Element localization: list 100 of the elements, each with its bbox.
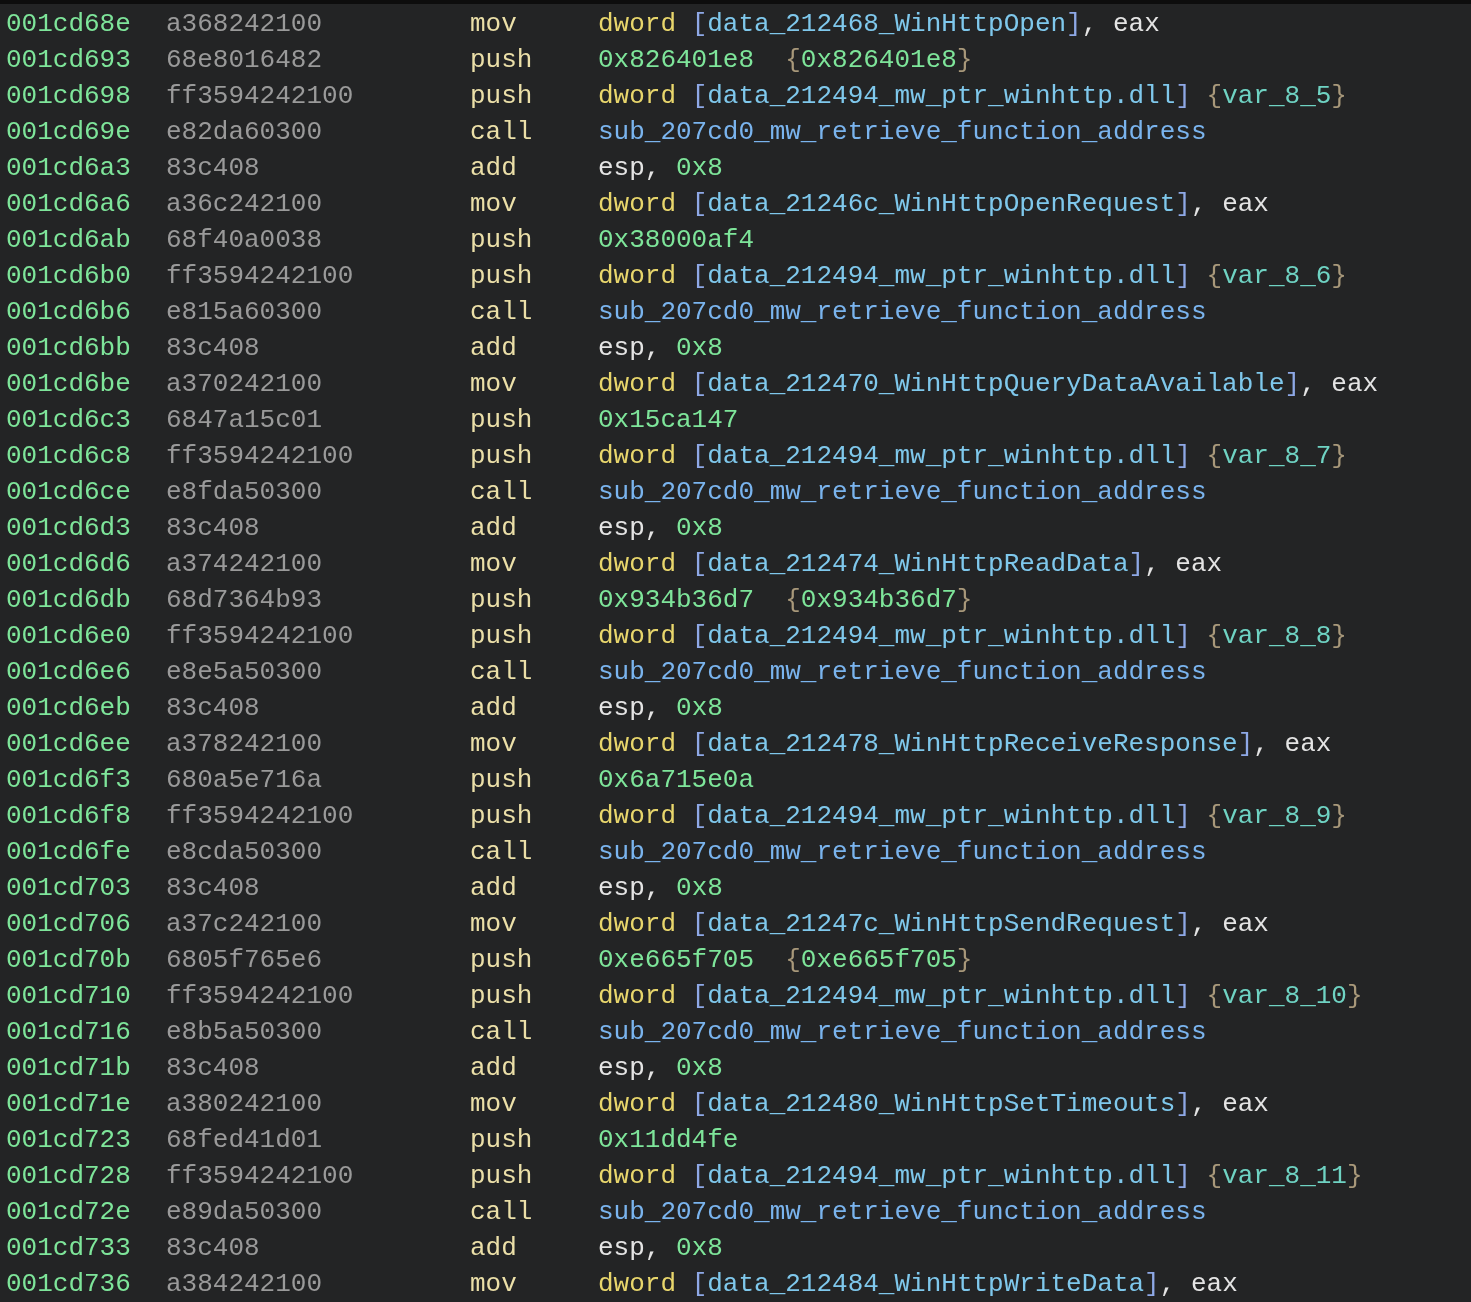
mnemonic-cell-text: add bbox=[470, 512, 518, 545]
mnemonic-cell-text: push bbox=[470, 80, 534, 113]
operand-cell-text: dword [data_212480_WinHttpSetTimeouts], eax bbox=[598, 1088, 1269, 1121]
operand-cell-text: dword [data_212484_WinHttpWriteData], eax bbox=[598, 1268, 1238, 1301]
bytes-cell-text: a370242100 bbox=[166, 368, 324, 401]
bytes-cell-text: e8fda50300 bbox=[166, 476, 324, 509]
mnemonic-cell-text: push bbox=[470, 1124, 534, 1157]
address-cell-text: 001cd6e0 bbox=[6, 620, 132, 653]
bytes-cell-text: 83c408 bbox=[166, 1232, 261, 1265]
operand-cell-text: esp, 0x8 bbox=[598, 692, 723, 725]
operand-cell-text: 0x11dd4fe bbox=[598, 1124, 739, 1157]
bytes-cell-text: 680a5e716a bbox=[166, 764, 324, 797]
operand-cell-text: dword [data_212494_mw_ptr_winhttp.dll] {var_8_11} bbox=[598, 1160, 1363, 1193]
bytes-cell-text: e82da60300 bbox=[166, 116, 324, 149]
operand-cell-text: sub_207cd0_mw_retrieve_function_address bbox=[598, 656, 1207, 689]
mnemonic-cell-text: call bbox=[470, 1016, 534, 1049]
bytes-cell-text: ff3594242100 bbox=[166, 620, 355, 653]
bytes-cell-text: 83c408 bbox=[166, 1052, 261, 1085]
address-cell-text: 001cd698 bbox=[6, 80, 132, 113]
address-cell-text: 001cd6be bbox=[6, 368, 132, 401]
operand-cell-text: dword [data_212478_WinHttpReceiveResponse], eax bbox=[598, 728, 1332, 761]
operand-cell-text: dword [data_212494_mw_ptr_winhttp.dll] {var_8_10} bbox=[598, 980, 1363, 1013]
bytes-cell-text: e8cda50300 bbox=[166, 836, 324, 869]
mnemonic-cell-text: add bbox=[470, 692, 518, 725]
mnemonic-cell-text: add bbox=[470, 1052, 518, 1085]
operand-cell-text: sub_207cd0_mw_retrieve_function_address bbox=[598, 116, 1207, 149]
operand-cell-text: 0x6a715e0a bbox=[598, 764, 755, 797]
mnemonic-cell-text: add bbox=[470, 872, 518, 905]
operand-cell-text: dword [data_21247c_WinHttpSendRequest], eax bbox=[598, 908, 1269, 941]
address-cell-text: 001cd72e bbox=[6, 1196, 132, 1229]
bytes-cell-text: e8e5a50300 bbox=[166, 656, 324, 689]
mnemonic-cell-text: push bbox=[470, 980, 534, 1013]
address-cell-text: 001cd693 bbox=[6, 44, 132, 77]
address-cell-text: 001cd70b bbox=[6, 944, 132, 977]
mnemonic-cell-text: add bbox=[470, 1232, 518, 1265]
address-cell-text: 001cd6f8 bbox=[6, 800, 132, 833]
address-cell-text: 001cd6bb bbox=[6, 332, 132, 365]
bytes-cell-text: 68f40a0038 bbox=[166, 224, 324, 257]
bytes-cell-text: e815a60300 bbox=[166, 296, 324, 329]
operand-cell-text: 0x934b36d7 {0x934b36d7} bbox=[598, 584, 973, 617]
operand-cell-text: esp, 0x8 bbox=[598, 152, 723, 185]
bytes-cell-text: 68fed41d01 bbox=[166, 1124, 324, 1157]
address-cell-text: 001cd703 bbox=[6, 872, 132, 905]
mnemonic-cell-text: push bbox=[470, 260, 534, 293]
mnemonic-cell-text: mov bbox=[470, 1268, 518, 1301]
mnemonic-cell-text: call bbox=[470, 1196, 534, 1229]
bytes-cell-text: 83c408 bbox=[166, 512, 261, 545]
mnemonic-cell-text: mov bbox=[470, 1088, 518, 1121]
address-cell-text: 001cd6eb bbox=[6, 692, 132, 725]
bytes-cell-text: 6805f765e6 bbox=[166, 944, 324, 977]
operand-cell-text: 0x38000af4 bbox=[598, 224, 755, 257]
mnemonic-cell-text: call bbox=[470, 836, 534, 869]
mnemonic-cell-text: call bbox=[470, 296, 534, 329]
operand-cell-text: dword [data_212470_WinHttpQueryDataAvailable], eax bbox=[598, 368, 1379, 401]
mnemonic-cell-text: mov bbox=[470, 908, 518, 941]
bytes-cell-text: a36c242100 bbox=[166, 188, 324, 221]
bytes-cell-text: ff3594242100 bbox=[166, 260, 355, 293]
mnemonic-cell-text: call bbox=[470, 116, 534, 149]
operand-cell-text: sub_207cd0_mw_retrieve_function_address bbox=[598, 296, 1207, 329]
bytes-cell-text: 83c408 bbox=[166, 332, 261, 365]
address-cell-text: 001cd6ce bbox=[6, 476, 132, 509]
address-cell-text: 001cd6d3 bbox=[6, 512, 132, 545]
bytes-cell-text: ff3594242100 bbox=[166, 800, 355, 833]
address-cell-text: 001cd733 bbox=[6, 1232, 132, 1265]
operand-cell-text: sub_207cd0_mw_retrieve_function_address bbox=[598, 476, 1207, 509]
bytes-cell-text: e89da50300 bbox=[166, 1196, 324, 1229]
address-cell-text: 001cd6e6 bbox=[6, 656, 132, 689]
mnemonic-cell-text: push bbox=[470, 440, 534, 473]
bytes-cell-text: 6847a15c01 bbox=[166, 404, 324, 437]
address-cell-text: 001cd68e bbox=[6, 8, 132, 41]
address-cell-text: 001cd736 bbox=[6, 1268, 132, 1301]
address-cell-text: 001cd6ee bbox=[6, 728, 132, 761]
bytes-cell-text: 83c408 bbox=[166, 152, 261, 185]
operand-cell-text: dword [data_212494_mw_ptr_winhttp.dll] {var_8_7} bbox=[598, 440, 1347, 473]
bytes-cell-text: a378242100 bbox=[166, 728, 324, 761]
bytes-cell-text: ff3594242100 bbox=[166, 980, 355, 1013]
address-cell-text: 001cd6a3 bbox=[6, 152, 132, 185]
mnemonic-cell-text: push bbox=[470, 944, 534, 977]
address-cell-text: 001cd6fe bbox=[6, 836, 132, 869]
operand-cell-text: esp, 0x8 bbox=[598, 332, 723, 365]
address-cell-text: 001cd71e bbox=[6, 1088, 132, 1121]
bytes-cell-text: 83c408 bbox=[166, 872, 261, 905]
bytes-cell-text: a380242100 bbox=[166, 1088, 324, 1121]
mnemonic-cell-text: call bbox=[470, 476, 534, 509]
mnemonic-cell-text: mov bbox=[470, 368, 518, 401]
address-cell-text: 001cd706 bbox=[6, 908, 132, 941]
bytes-cell-text: ff3594242100 bbox=[166, 80, 355, 113]
mnemonic-cell-text: push bbox=[470, 44, 534, 77]
address-cell-text: 001cd69e bbox=[6, 116, 132, 149]
operand-cell-text: dword [data_212474_WinHttpReadData], eax bbox=[598, 548, 1223, 581]
operand-cell-text: dword [data_212468_WinHttpOpen], eax bbox=[598, 8, 1160, 41]
mnemonic-cell-text: push bbox=[470, 764, 534, 797]
address-cell-text: 001cd723 bbox=[6, 1124, 132, 1157]
mnemonic-cell-text: call bbox=[470, 656, 534, 689]
mnemonic-cell-text: push bbox=[470, 224, 534, 257]
bytes-cell-text: 68d7364b93 bbox=[166, 584, 324, 617]
operand-cell-text: dword [data_21246c_WinHttpOpenRequest], eax bbox=[598, 188, 1269, 221]
operand-cell-text: dword [data_212494_mw_ptr_winhttp.dll] {var_8_9} bbox=[598, 800, 1347, 833]
address-cell-text: 001cd6c8 bbox=[6, 440, 132, 473]
operand-cell-text: dword [data_212494_mw_ptr_winhttp.dll] {var_8_5} bbox=[598, 80, 1347, 113]
